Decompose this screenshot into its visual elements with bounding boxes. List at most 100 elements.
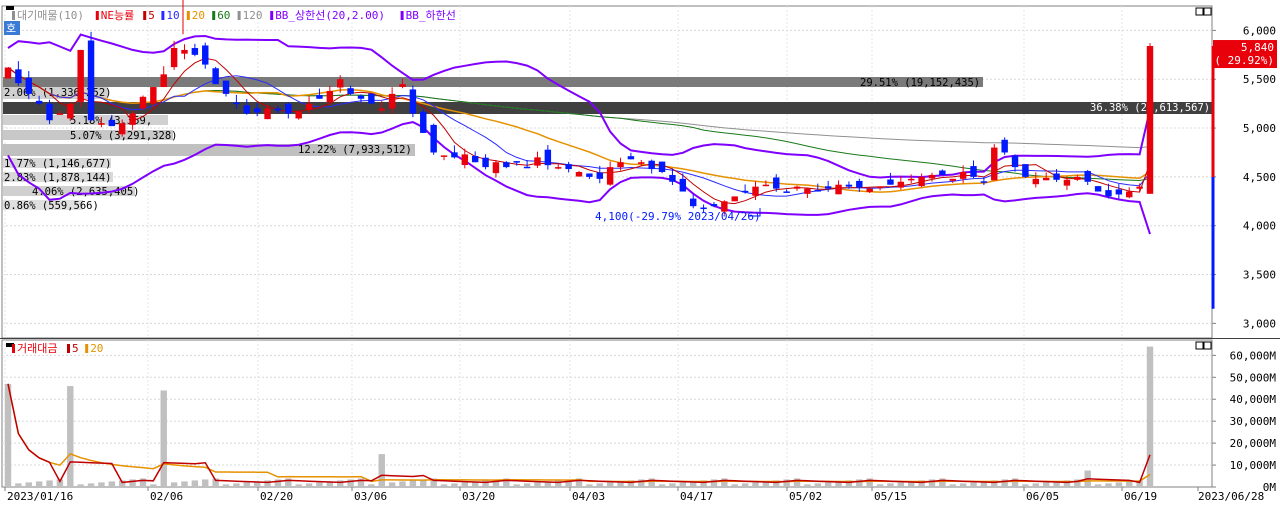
volume-bar <box>669 483 676 487</box>
legend-label: 20 <box>192 9 205 22</box>
volume-bar <box>461 482 469 487</box>
candle-body <box>1084 171 1091 182</box>
candle-body <box>222 80 230 94</box>
candle-body <box>399 84 406 87</box>
legend-swatch <box>212 11 216 20</box>
candle-body <box>523 166 531 169</box>
legend-swatch <box>67 344 70 353</box>
volume-bar <box>170 482 178 487</box>
volume-tick-label: 10,000M <box>1230 459 1277 472</box>
candle-body <box>1022 164 1029 177</box>
date-tick-label: 06/05 <box>1026 490 1059 503</box>
candle-body <box>907 178 915 181</box>
volume-bar <box>15 483 22 487</box>
date-tick-label: 04/03 <box>572 490 605 503</box>
candle-body <box>1063 179 1071 186</box>
candle-body <box>160 74 167 88</box>
candle-body <box>98 123 105 125</box>
pane-close-button[interactable] <box>1203 341 1212 350</box>
candle-body <box>897 181 905 188</box>
volume-bar <box>1032 483 1040 487</box>
candle-body <box>1115 189 1123 195</box>
candle-body <box>544 149 552 166</box>
candle-body <box>15 69 22 84</box>
date-tick-label: 03/06 <box>354 490 387 503</box>
candle <box>731 196 738 202</box>
candle-body <box>824 186 832 189</box>
volume-bar <box>243 482 251 487</box>
pane-maximize-button[interactable] <box>1195 341 1204 350</box>
volume-bar <box>824 482 832 487</box>
candle-body <box>150 87 157 104</box>
volume-bar <box>1146 346 1154 487</box>
candle <box>212 66 219 85</box>
candle-body <box>1136 186 1143 189</box>
candle-body <box>1094 186 1102 192</box>
legend-swatch <box>270 11 274 20</box>
supply-bar <box>3 102 1213 114</box>
legend-label: 대기매물(10) <box>17 9 84 22</box>
volume-bar <box>949 484 956 487</box>
volume-bar <box>409 480 417 487</box>
high-annotation: 6,370(9.08% 2023/02/09) <box>195 0 347 1</box>
candle <box>77 49 84 108</box>
candle-body <box>492 162 500 174</box>
volume-bar <box>876 484 884 487</box>
candle-body <box>233 102 240 105</box>
candle-body <box>669 174 676 182</box>
volume-tick-label: 40,000M <box>1230 393 1277 406</box>
candle <box>67 102 74 121</box>
candle-body <box>129 113 136 125</box>
legend-swatch <box>400 11 404 20</box>
candle-body <box>305 103 313 110</box>
candle <box>409 85 417 118</box>
volume-bar <box>378 454 385 487</box>
candle-body <box>430 124 437 153</box>
legend-swatch <box>143 11 147 20</box>
date-tick-label: 2023/01/16 <box>7 490 73 503</box>
volume-tick-label: 50,000M <box>1230 371 1277 384</box>
volume-bar <box>897 482 905 487</box>
volume-bar <box>316 482 323 487</box>
volume-bar <box>741 483 749 487</box>
volume-tick-label: 30,000M <box>1230 415 1277 428</box>
volume-bar <box>586 484 593 487</box>
volume-bar <box>25 482 32 487</box>
volume-bar <box>191 480 199 487</box>
supply-bar-label: 1.77% (1,146,677) <box>4 158 111 170</box>
candle-body <box>866 188 873 192</box>
volume-bar <box>399 481 406 487</box>
candle-body <box>991 147 998 181</box>
candle-body <box>918 176 925 187</box>
pane-close-button[interactable] <box>1203 7 1212 16</box>
current-price-change: ( 29.92%) <box>1214 54 1274 67</box>
candle-body <box>939 170 946 175</box>
candle-body <box>1042 177 1050 181</box>
price-tick-label: 3,000 <box>1243 317 1276 330</box>
candle-body <box>357 95 365 99</box>
legend-swatch <box>12 11 15 20</box>
volume-bar <box>1042 482 1050 487</box>
candle-body <box>762 184 770 187</box>
candle-body <box>617 162 624 168</box>
candle <box>420 109 427 133</box>
candle-body <box>1053 173 1060 180</box>
candle-body <box>1011 155 1019 168</box>
legend-label: BB_상한선(20,2.00) <box>275 9 385 22</box>
date-tick-label: 05/15 <box>874 490 907 503</box>
candle-body <box>170 47 178 68</box>
date-tick-label: 06/19 <box>1124 490 1157 503</box>
candle-body <box>638 162 645 164</box>
volume-bar <box>233 483 240 487</box>
candle-body <box>482 157 489 168</box>
candle <box>991 144 998 181</box>
pane-maximize-button[interactable] <box>1195 7 1204 16</box>
candle-body <box>191 48 199 55</box>
candle-body <box>471 155 479 163</box>
candle-body <box>606 167 614 185</box>
legend-label: NE능률 <box>101 9 135 22</box>
supply-bar-label: 29.51% (19,152,435) <box>860 77 980 89</box>
volume-bar <box>658 484 666 487</box>
candle-body <box>274 108 282 111</box>
candle <box>658 161 666 174</box>
